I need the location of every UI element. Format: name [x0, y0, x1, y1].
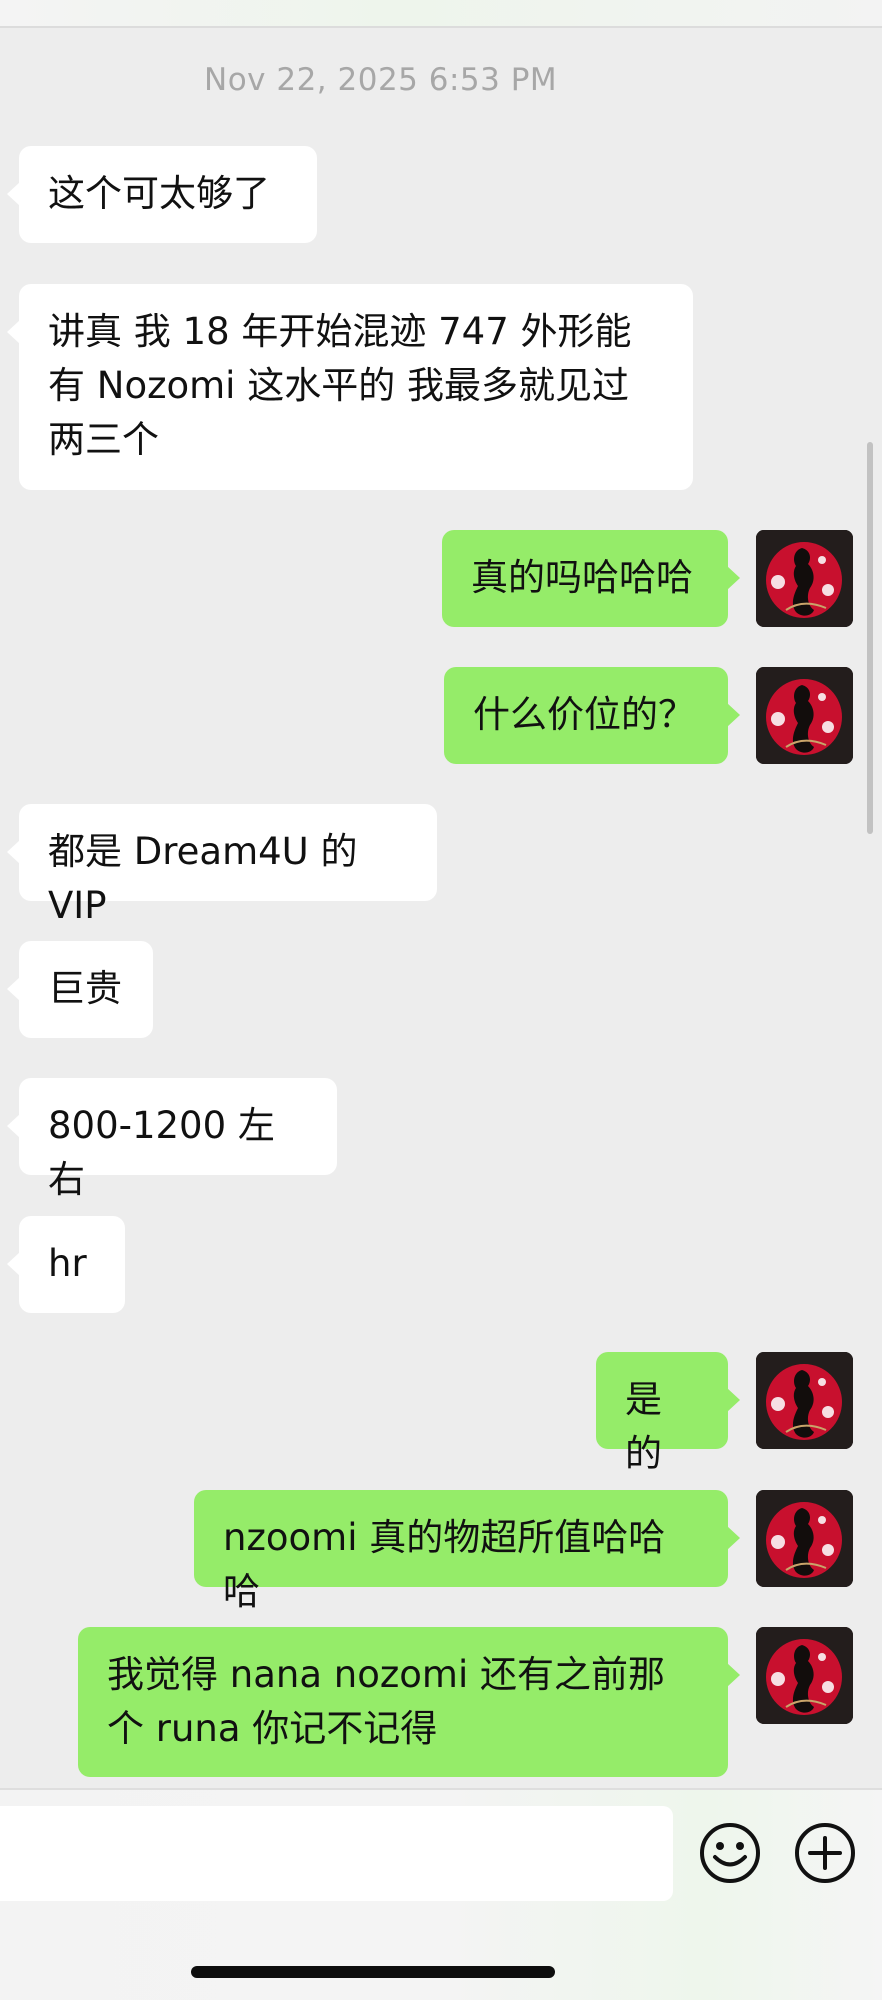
message-bubble-outgoing[interactable]: 我觉得 nana nozomi 还有之前那个 runa 你记不记得 — [78, 1627, 740, 1777]
message-text: 我觉得 nana nozomi 还有之前那个 runa 你记不记得 — [107, 1653, 665, 1750]
chat-window: Nov 22, 2025 6:53 PM 这个可太够了 讲真 我 18 年开始混… — [0, 0, 882, 2000]
avatar-geisha-icon — [756, 1490, 853, 1587]
message-text: hr — [48, 1242, 87, 1285]
avatar-geisha-icon — [756, 1352, 853, 1449]
message-text: 是的 — [625, 1378, 662, 1475]
avatar-geisha-icon — [756, 1627, 853, 1724]
message-text: 800-1200 左右 — [48, 1104, 275, 1201]
message-timestamp: Nov 22, 2025 6:53 PM — [204, 62, 558, 98]
chat-scrollbar[interactable] — [867, 442, 873, 834]
message-text: 真的吗哈哈哈 — [471, 556, 693, 599]
message-text: 这个可太够了 — [48, 172, 270, 215]
user-avatar[interactable] — [756, 1627, 853, 1724]
message-bubble-incoming[interactable]: 这个可太够了 — [7, 146, 317, 243]
avatar-geisha-icon — [756, 530, 853, 627]
plus-circle-icon — [795, 1823, 855, 1883]
message-text: 都是 Dream4U 的 VIP — [48, 830, 358, 927]
message-bubble-incoming[interactable]: hr — [7, 1216, 125, 1313]
message-text: 巨贵 — [48, 967, 122, 1010]
user-avatar[interactable] — [756, 530, 853, 627]
message-bubble-outgoing[interactable]: 什么价位的？ — [444, 667, 740, 764]
message-text: 什么价位的？ — [473, 693, 695, 736]
user-avatar[interactable] — [756, 667, 853, 764]
emoji-smile-icon — [700, 1823, 760, 1883]
user-avatar[interactable] — [756, 1352, 853, 1449]
message-text: nzoomi 真的物超所值哈哈哈 — [223, 1516, 666, 1613]
user-avatar[interactable] — [756, 1490, 853, 1587]
message-bubble-outgoing[interactable]: nzoomi 真的物超所值哈哈哈 — [194, 1490, 740, 1613]
message-bubble-outgoing[interactable]: 是的 — [596, 1352, 740, 1475]
message-input[interactable] — [0, 1806, 673, 1901]
more-button[interactable] — [794, 1822, 856, 1884]
emoji-button[interactable] — [699, 1822, 761, 1884]
home-indicator[interactable] — [191, 1966, 555, 1978]
message-bubble-outgoing[interactable]: 真的吗哈哈哈 — [442, 530, 740, 627]
avatar-geisha-icon — [756, 667, 853, 764]
message-bubble-incoming[interactable]: 800-1200 左右 — [7, 1078, 337, 1201]
message-bubble-incoming[interactable]: 讲真 我 18 年开始混迹 747 外形能有 Nozomi 这水平的 我最多就见… — [7, 284, 693, 490]
message-bubble-incoming[interactable]: 都是 Dream4U 的 VIP — [7, 804, 437, 927]
message-text: 讲真 我 18 年开始混迹 747 外形能有 Nozomi 这水平的 我最多就见… — [48, 310, 632, 461]
top-status-strip — [0, 0, 882, 28]
message-bubble-incoming[interactable]: 巨贵 — [7, 941, 153, 1038]
